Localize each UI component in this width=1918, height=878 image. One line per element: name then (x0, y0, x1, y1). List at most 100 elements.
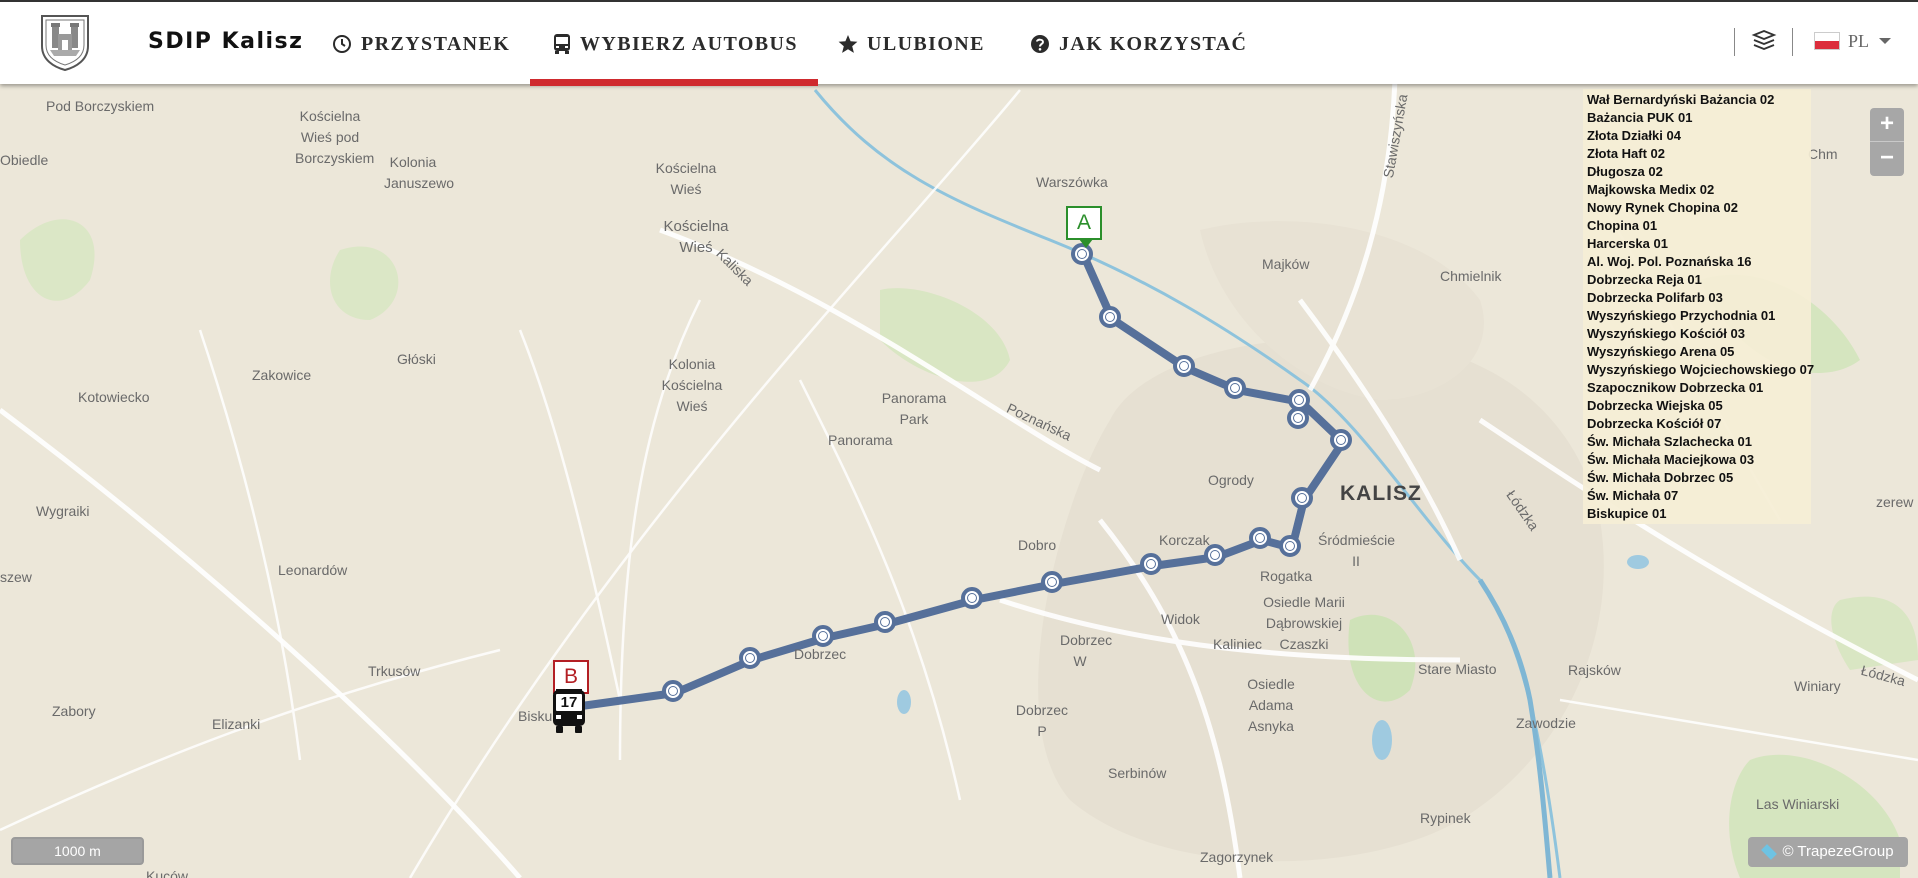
map-label: szew (0, 569, 32, 585)
language-selector[interactable]: PL (1814, 28, 1892, 54)
map-label: Kuców (146, 868, 189, 878)
map-label: Obiedle (0, 152, 49, 168)
question-icon (1031, 35, 1049, 53)
zoom-in-button[interactable]: + (1870, 108, 1904, 141)
attribution: © TrapezeGroup (1748, 837, 1908, 867)
route-stop[interactable] (812, 625, 834, 647)
map-label: Dobrzec (794, 646, 847, 662)
zoom-out-button[interactable]: − (1870, 141, 1904, 175)
stop-list-item[interactable]: Biskupice 01 (1587, 505, 1811, 523)
map-label: Trkusów (368, 663, 421, 679)
map-label: Śródmieście II (1318, 532, 1396, 569)
stop-list-item[interactable]: Wyszyńskiego Kościół 03 (1587, 325, 1811, 343)
stop-list-item[interactable]: Złota Działki 04 (1587, 127, 1811, 145)
route-stop[interactable] (739, 647, 761, 669)
stop-list-item[interactable]: Majkowska Medix 02 (1587, 181, 1811, 199)
bus-icon (554, 34, 570, 54)
stop-list-item[interactable]: Nowy Rynek Chopina 02 (1587, 199, 1811, 217)
map-label: Warszówka (1036, 174, 1108, 190)
map-label: Zagorzynek (1200, 849, 1274, 865)
route-stop[interactable] (662, 680, 684, 702)
map-label: Pod Borczyskiem (46, 98, 155, 114)
route-stop[interactable] (874, 611, 896, 633)
map-label: Zabory (52, 703, 96, 719)
map-label: Kościelna Wieś (655, 160, 717, 197)
route-stop[interactable] (1287, 407, 1309, 429)
layers-icon (1751, 30, 1777, 50)
attribution-link[interactable]: © TrapezeGroup (1782, 843, 1893, 860)
tab-label: WYBIERZ AUTOBUS (580, 32, 798, 55)
stop-list-item[interactable]: Wyszyńskiego Wojciechowskiego 07 (1587, 361, 1814, 379)
map-label: Leonardów (278, 562, 348, 578)
map-label: Ogrody (1208, 472, 1254, 488)
stop-list-item[interactable]: Bażancia PUK 01 (1587, 109, 1811, 127)
map-label: Dobrzec W (1060, 632, 1113, 669)
start-marker[interactable]: A (1066, 206, 1102, 248)
scale-bar: 1000 m (11, 837, 144, 865)
map-label: Majków (1262, 256, 1310, 272)
route-stop[interactable] (1249, 527, 1271, 549)
stop-list-item[interactable]: Św. Michała Maciejkowa 03 (1587, 451, 1811, 469)
tab-ulubione[interactable]: ULUBIONE (838, 2, 985, 86)
stop-list-item[interactable]: Dobrzecka Reja 01 (1587, 271, 1811, 289)
route-stop[interactable] (1099, 306, 1121, 328)
star-icon (838, 35, 858, 53)
layers-button[interactable] (1751, 28, 1777, 54)
divider (1734, 28, 1735, 56)
trapeze-logo-icon (1761, 844, 1778, 860)
stop-list-item[interactable]: Al. Woj. Pol. Poznańska 16 (1587, 253, 1811, 271)
route-stop[interactable] (961, 587, 983, 609)
city-crest-logo[interactable] (38, 12, 92, 72)
route-stop[interactable] (1140, 553, 1162, 575)
route-stop[interactable] (1041, 571, 1063, 593)
map-label: Zakowice (252, 367, 312, 383)
stop-list-item[interactable]: Harcerska 01 (1587, 235, 1811, 253)
stop-list-item[interactable]: Dobrzecka Kościół 07 (1587, 415, 1811, 433)
map-label: Rypinek (1420, 810, 1471, 826)
route-stop[interactable] (1173, 355, 1195, 377)
stop-list-item[interactable]: Wyszyńskiego Przychodnia 01 (1587, 307, 1811, 325)
zoom-control: + − (1870, 108, 1904, 176)
route-stop[interactable] (1291, 487, 1313, 509)
route-stop[interactable] (1330, 429, 1352, 451)
route-stop[interactable] (1204, 544, 1226, 566)
map-label: Panorama Park (881, 390, 947, 427)
stop-list-panel: Wał Bernardyński Bażancia 02 Bażancia PU… (1583, 89, 1814, 524)
stop-list-item[interactable]: Św. Michała 07 (1587, 487, 1811, 505)
bus-route-number: 17 (560, 694, 578, 711)
stop-list-item[interactable]: Szapocznikow Dobrzecka 01 (1587, 379, 1811, 397)
map-label: Kolonia Januszewo (384, 154, 455, 191)
map-label: Stare Miasto (1418, 661, 1497, 677)
map-label: Winiary (1794, 678, 1841, 694)
route-stop[interactable] (1224, 377, 1246, 399)
divider (1792, 28, 1793, 56)
stop-list-item[interactable]: Wyszyńskiego Arena 05 (1587, 343, 1811, 361)
stop-list-item[interactable]: Dobrzecka Polifarb 03 (1587, 289, 1811, 307)
stop-list-item[interactable]: Św. Michała Szlachecka 01 (1587, 433, 1811, 451)
tab-jak-korzystac[interactable]: JAK KORZYSTAĆ (1030, 2, 1247, 86)
map-label: Wygraiki (36, 503, 90, 519)
tab-label: ULUBIONE (867, 32, 985, 55)
map-label: Głóski (397, 351, 436, 367)
map-label: Panorama (828, 432, 893, 448)
city-label: KALISZ (1340, 482, 1422, 505)
stop-list-item[interactable]: Długosza 02 (1587, 163, 1811, 181)
map-label: Zawodzie (1516, 715, 1576, 731)
tab-label: PRZYSTANEK (361, 32, 511, 55)
route-stop[interactable] (1279, 535, 1301, 557)
map-label: Kolonia Kościelna Wieś (661, 356, 723, 414)
tab-wybierz-autobus[interactable]: WYBIERZ AUTOBUS (530, 2, 818, 86)
stop-list-item[interactable]: Dobrzecka Wiejska 05 (1587, 397, 1811, 415)
map-label: Bisku (518, 708, 553, 724)
map-label: Dobro (1018, 537, 1057, 553)
stop-list-item[interactable]: Chopina 01 (1587, 217, 1811, 235)
stop-list-item[interactable]: Wał Bernardyński Bażancia 02 (1587, 91, 1811, 109)
map-label: Elizanki (212, 716, 261, 732)
language-label: PL (1848, 30, 1870, 51)
tab-przystanek[interactable]: PRZYSTANEK (332, 2, 510, 86)
app-title: SDIP Kalisz (148, 29, 304, 54)
stop-list-item[interactable]: Św. Michała Dobrzec 05 (1587, 469, 1811, 487)
bus-vehicle-icon[interactable]: 17 (551, 688, 587, 734)
stop-list-item[interactable]: Złota Haft 02 (1587, 145, 1811, 163)
map-view[interactable]: Pod Borczyskiem Kościelna Wieś pod Borcz… (0, 0, 1918, 878)
